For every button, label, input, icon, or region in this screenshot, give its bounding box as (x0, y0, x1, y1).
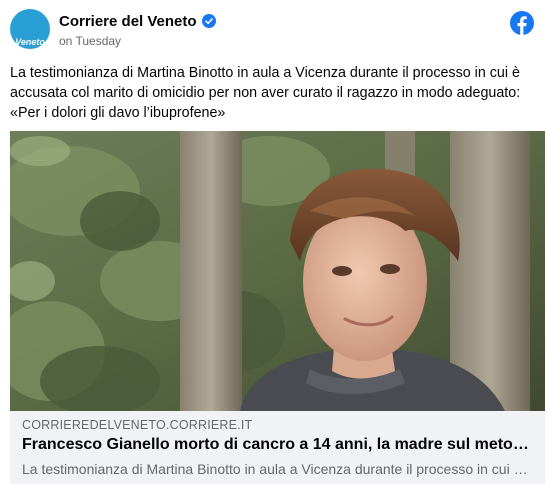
article-photo[interactable] (10, 131, 545, 411)
link-description: La testimonianza di Martina Binotto in a… (22, 461, 532, 477)
link-domain: CORRIEREDELVENETO.CORRIERE.IT (22, 418, 253, 432)
avatar-letter: C (23, 13, 37, 33)
article-photo-graphic (10, 131, 545, 411)
avatar-label: Veneto (15, 37, 45, 47)
facebook-post-card: C Veneto Corriere del Veneto on Tuesday … (0, 0, 548, 486)
page-name-link[interactable]: Corriere del Veneto (59, 13, 216, 30)
facebook-logo-icon[interactable] (510, 11, 534, 35)
verified-badge-icon (201, 14, 216, 28)
link-preview[interactable]: CORRIEREDELVENETO.CORRIERE.IT Francesco … (10, 411, 545, 484)
post-timestamp[interactable]: on Tuesday (59, 34, 121, 48)
page-avatar[interactable]: C Veneto (10, 9, 50, 49)
post-text: La testimonianza di Martina Binotto in a… (10, 65, 521, 121)
page-name: Corriere del Veneto (59, 13, 197, 30)
post-header: C Veneto Corriere del Veneto on Tuesday (10, 9, 538, 51)
link-title[interactable]: Francesco Gianello morto di cancro a 14 … (22, 436, 532, 454)
